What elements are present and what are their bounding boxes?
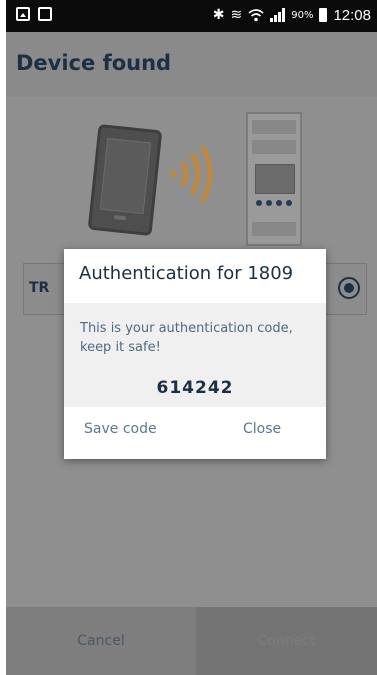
phone-illustration [87, 123, 163, 237]
close-button[interactable]: Close [243, 421, 281, 437]
cancel-button[interactable]: Cancel [6, 607, 196, 675]
dialog-title: Authentication for 1809 [79, 263, 294, 284]
battery-percent: 90% [291, 9, 314, 21]
bluetooth-icon: ✱ [212, 7, 225, 23]
battery-icon [319, 8, 328, 22]
signal-icon [270, 8, 286, 22]
authentication-dialog: Authentication for 1809 This is your aut… [64, 249, 326, 459]
dialog-body: This is your authentication code, keep i… [64, 303, 326, 407]
clock: 12:08 [333, 6, 371, 24]
device-name: TR [29, 280, 50, 296]
wireless-signal-icon [171, 145, 212, 202]
status-bar: ✱ ≋ 90% 12:08 [6, 0, 377, 32]
authentication-code: 614242 [156, 378, 234, 398]
save-code-button[interactable]: Save code [84, 421, 157, 437]
wifi-icon [248, 9, 264, 22]
cast-icon [38, 7, 52, 21]
connect-button[interactable]: Connect [196, 607, 377, 675]
device-select-radio[interactable] [338, 277, 360, 299]
controller-device-illustration [246, 112, 302, 246]
dialog-message: This is your authentication code, keep i… [80, 321, 293, 355]
image-icon [16, 7, 30, 21]
page-title: Device found [16, 51, 172, 75]
app-bar: Device found [6, 32, 377, 97]
vibrate-icon: ≋ [230, 7, 243, 23]
app-screen: ✱ ≋ 90% 12:08 Device found TR Cancel Con… [6, 0, 377, 675]
